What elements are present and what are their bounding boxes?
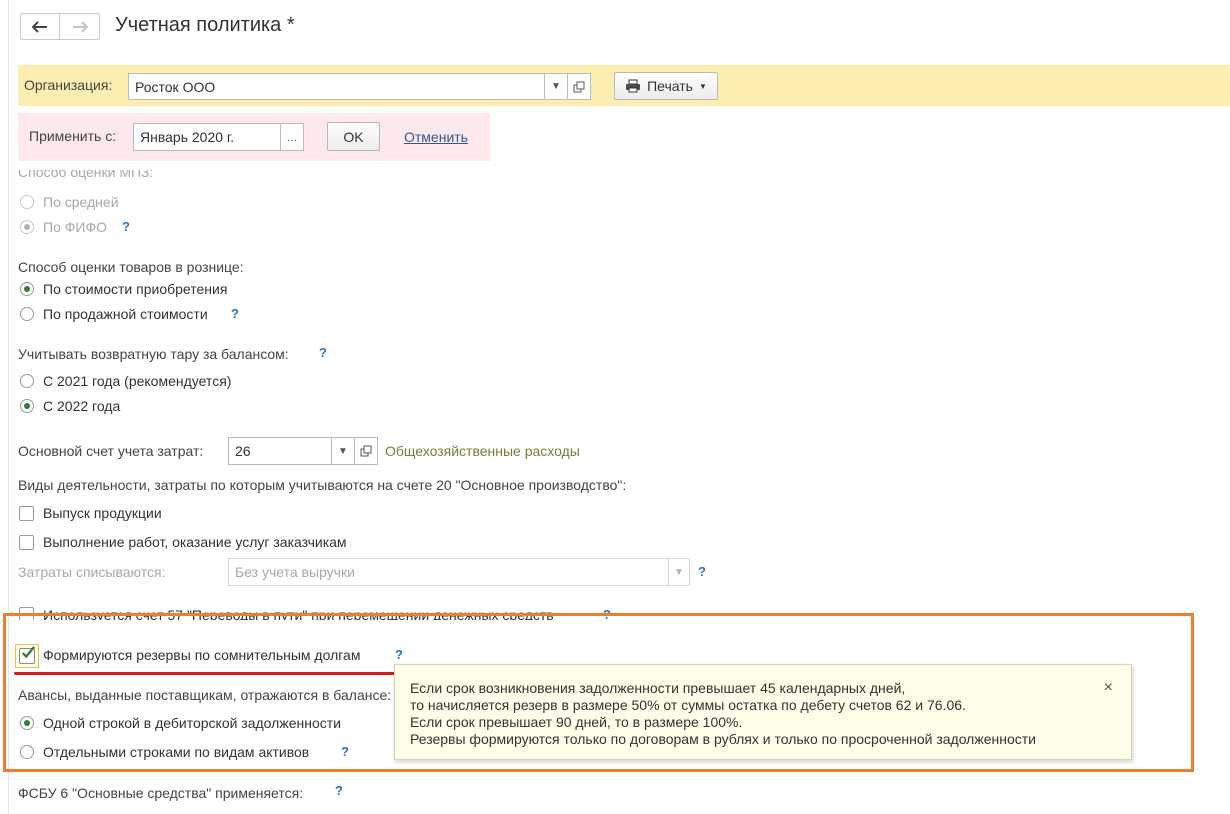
retail-label: Способ оценки товаров в рознице: (18, 259, 244, 275)
mpz-radio-average[interactable] (20, 195, 34, 209)
fsbu-label: ФСБУ 6 "Основные средства" применяется: (18, 785, 304, 801)
tare-option-2021: С 2021 года (рекомендуется) (43, 373, 232, 389)
open-window-icon (573, 81, 585, 92)
cost-account-value: 26 (235, 443, 251, 459)
reserves-tooltip: Если срок возникновения задолженности пр… (394, 664, 1132, 760)
cost-account-description: Общехозяйственные расходы (385, 443, 580, 459)
dropdown-arrow-icon: ▼ (338, 445, 348, 457)
tooltip-line: то начисляется резерв в размере 50% от с… (410, 697, 966, 713)
mpz-option-average: По средней (43, 194, 119, 210)
organization-label: Организация: (24, 77, 113, 93)
print-label: Печать (647, 78, 693, 94)
red-underline (14, 672, 404, 675)
apply-date-field[interactable]: Январь 2020 г. (133, 123, 281, 151)
chevron-down-icon: ▼ (698, 81, 707, 91)
organization-dropdown-button[interactable]: ▼ (544, 73, 568, 100)
checkmark-icon (21, 646, 35, 659)
radio-selected-dot (24, 224, 30, 230)
help-icon[interactable]: ? (122, 219, 130, 234)
activities-label: Виды деятельности, затраты по которым уч… (18, 477, 627, 493)
radio-selected-dot (24, 720, 30, 726)
mpz-option-fifo: По ФИФО (43, 219, 107, 235)
activity-checkbox-production[interactable] (19, 506, 34, 521)
cost-account-dropdown-button[interactable]: ▼ (331, 437, 355, 465)
tooltip-line: Резервы формируются только по договорам … (410, 731, 1036, 747)
advances-radio-single[interactable] (20, 716, 34, 730)
organization-value: Росток ООО (135, 78, 216, 95)
print-button[interactable]: Печать ▼ (614, 72, 718, 100)
cost-account-label: Основной счет учета затрат: (18, 443, 204, 459)
ellipsis-icon: ... (286, 130, 297, 144)
printer-icon (626, 79, 641, 93)
tare-label: Учитывать возвратную тару за балансом: (18, 346, 289, 362)
advances-option-separate: Отдельными строками по видам активов (43, 744, 310, 760)
open-window-icon (360, 445, 372, 457)
close-icon[interactable]: × (1104, 679, 1113, 697)
help-icon[interactable]: ? (395, 647, 403, 662)
dropdown-arrow-icon: ▼ (674, 566, 684, 578)
tare-option-2022: С 2022 года (43, 398, 121, 414)
ok-button[interactable]: OK (327, 122, 380, 151)
writeoff-dropdown-button[interactable]: ▼ (668, 558, 690, 586)
reserves-label[interactable]: Формируются резервы по сомнительным долг… (43, 647, 360, 663)
back-button[interactable] (20, 13, 60, 40)
apply-date-select-button[interactable]: ... (280, 123, 304, 151)
help-icon[interactable]: ? (341, 744, 349, 759)
organization-field[interactable]: Росток ООО (128, 73, 545, 100)
arrow-left-icon (32, 20, 47, 33)
advances-option-single: Одной строкой в дебиторской задолженност… (43, 715, 341, 731)
forward-button[interactable] (60, 13, 100, 40)
tooltip-line: Если срок превышает 90 дней, то в размер… (410, 714, 743, 730)
cost-account-open-button[interactable] (354, 437, 378, 465)
apply-date-value: Январь 2020 г. (140, 129, 235, 145)
arrow-right-icon (72, 20, 88, 33)
activity-option-production: Выпуск продукции (43, 505, 162, 521)
apply-from-label: Применить с: (29, 128, 117, 144)
help-icon[interactable]: ? (231, 306, 239, 321)
retail-radio-purchase[interactable] (20, 282, 34, 296)
tare-radio-2021[interactable] (20, 374, 34, 388)
tare-radio-2022[interactable] (20, 399, 34, 413)
activity-option-services: Выполнение работ, оказание услуг заказчи… (43, 534, 347, 550)
retail-option-sale: По продажной стоимости (43, 306, 208, 322)
writeoff-value: Без учета выручки (235, 564, 355, 580)
dropdown-arrow-icon: ▼ (551, 81, 561, 92)
radio-selected-dot (24, 286, 30, 292)
page-title: Учетная политика * (115, 14, 295, 36)
mpz-radio-fifo[interactable] (20, 220, 34, 234)
mpz-label-text: Способ оценки МПЗ: (18, 170, 154, 180)
tooltip-line: Если срок возникновения задолженности пр… (410, 680, 906, 696)
advances-radio-separate[interactable] (20, 745, 34, 759)
cost-account-field[interactable]: 26 (228, 437, 332, 465)
mpz-label: Способ оценки МПЗ: (18, 170, 153, 180)
writeoff-label: Затраты списываются: (18, 564, 166, 580)
reserves-checkbox[interactable] (19, 646, 35, 664)
help-icon[interactable]: ? (698, 564, 706, 579)
writeoff-field[interactable]: Без учета выручки (228, 558, 669, 586)
advances-label: Авансы, выданные поставщикам, отражаются… (18, 687, 392, 703)
help-icon[interactable]: ? (319, 345, 327, 360)
ok-label: OK (343, 128, 364, 145)
help-icon[interactable]: ? (335, 783, 343, 798)
retail-option-purchase: По стоимости приобретения (43, 281, 228, 297)
retail-radio-sale[interactable] (20, 307, 34, 321)
cancel-link[interactable]: Отменить (404, 129, 468, 145)
organization-open-button[interactable] (567, 73, 591, 100)
activity-checkbox-services[interactable] (19, 535, 34, 550)
radio-selected-dot (24, 403, 30, 409)
